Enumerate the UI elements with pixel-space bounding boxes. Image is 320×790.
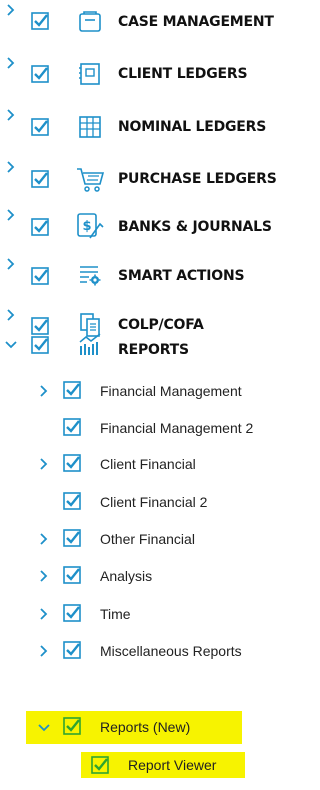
checkbox-checked-icon[interactable] [63,604,81,622]
tree-item-label: Client Financial 2 [100,494,208,510]
chevron-down-icon[interactable] [37,721,51,735]
tree-item-report-viewer[interactable]: Report Viewer [0,752,299,790]
checkbox-checked-icon[interactable] [63,641,81,659]
grid-ledger-icon [79,116,101,138]
tree-item-label: Miscellaneous Reports [100,643,242,659]
chevron-right-icon[interactable] [37,569,51,583]
chart-bars-icon [79,333,101,355]
tree-item-label: PURCHASE LEDGERS [118,171,277,187]
chevron-right-icon[interactable] [37,457,51,471]
tree-item-case-management[interactable]: CASE MANAGEMENT [0,2,299,40]
shopping-cart-icon [77,168,104,192]
list-gear-icon [80,266,101,286]
checkbox-checked-icon[interactable] [31,336,49,354]
folder-icon [79,11,101,32]
tree-item-label: Analysis [100,568,153,584]
tree-item-label: Financial Management [100,383,242,399]
checkbox-checked-icon[interactable] [31,170,49,188]
checkbox-checked-icon[interactable] [63,454,81,472]
checkbox-checked-icon[interactable] [31,65,49,83]
checkbox-checked-icon[interactable] [63,381,81,399]
permissions-tree: CASE MANAGEMENT CLIENT LEDGERS NOMINAL L… [0,0,299,778]
tree-item-client-financial[interactable]: Client Financial [0,450,299,488]
tree-item-label: Report Viewer [128,757,217,773]
bank-dollar-icon: $ [77,213,104,239]
checkbox-checked-icon[interactable] [63,418,81,436]
tree-item-label: SMART ACTIONS [118,268,245,284]
tree-item-label: NOMINAL LEDGERS [118,119,267,135]
chevron-right-icon[interactable] [4,160,18,174]
tree-item-label: Financial Management 2 [100,420,254,436]
tree-item-label: CLIENT LEDGERS [118,66,248,82]
tree-item-label: CASE MANAGEMENT [118,14,274,30]
tree-item-time[interactable]: Time [0,600,299,638]
chevron-right-icon[interactable] [37,384,51,398]
tree-item-label: COLP/COFA [118,317,204,333]
chevron-right-icon[interactable] [4,108,18,122]
checkbox-checked-icon[interactable] [31,12,49,30]
tree-item-reports[interactable]: REPORTS [0,332,299,370]
tree-item-financial-management[interactable]: Financial Management [0,377,299,415]
tree-item-banks-journals[interactable]: $ BANKS & JOURNALS [0,207,299,245]
chevron-right-icon[interactable] [37,644,51,658]
chevron-right-icon[interactable] [4,3,18,17]
tree-item-other-financial[interactable]: Other Financial [0,525,299,563]
tree-item-miscellaneous-reports[interactable]: Miscellaneous Reports [0,637,299,675]
chevron-right-icon[interactable] [4,208,18,222]
chevron-right-icon[interactable] [4,56,18,70]
checkbox-checked-icon[interactable] [63,492,81,510]
tree-item-label: Client Financial [100,456,196,472]
svg-text:$: $ [82,219,91,234]
checkbox-checked-icon[interactable] [31,118,49,136]
tree-item-client-financial-2[interactable]: Client Financial 2 [0,488,299,526]
checkbox-checked-icon[interactable] [63,717,81,735]
ledger-book-icon [79,63,100,85]
chevron-right-icon[interactable] [4,308,18,322]
tree-item-client-ledgers[interactable]: CLIENT LEDGERS [0,55,299,93]
tree-item-label: Other Financial [100,531,195,547]
checkbox-checked-icon[interactable] [31,267,49,285]
tree-item-financial-management-2[interactable]: Financial Management 2 [0,414,299,452]
tree-item-analysis[interactable]: Analysis [0,562,299,600]
tree-item-label: Time [100,606,131,622]
checkbox-checked-icon[interactable] [63,529,81,547]
checkbox-checked-icon[interactable] [63,566,81,584]
tree-item-smart-actions[interactable]: SMART ACTIONS [0,256,299,294]
tree-item-label: BANKS & JOURNALS [118,219,272,235]
tree-item-purchase-ledgers[interactable]: PURCHASE LEDGERS [0,159,299,197]
chevron-right-icon[interactable] [37,607,51,621]
tree-item-label: REPORTS [118,342,189,358]
chevron-right-icon[interactable] [4,257,18,271]
tree-item-nominal-ledgers[interactable]: NOMINAL LEDGERS [0,107,299,145]
tree-item-reports-new[interactable]: Reports (New) [0,711,299,749]
tree-item-label: Reports (New) [100,719,191,735]
chevron-down-icon[interactable] [4,338,18,352]
chevron-right-icon[interactable] [37,532,51,546]
checkbox-checked-icon[interactable] [91,756,109,774]
checkbox-checked-icon[interactable] [31,218,49,236]
